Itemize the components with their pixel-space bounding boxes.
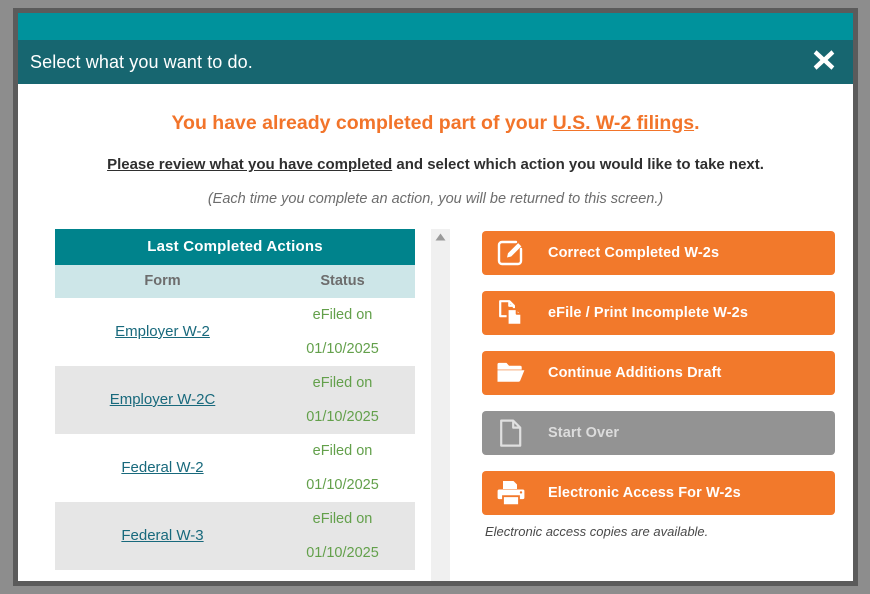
start-over-button[interactable]: Start Over	[482, 411, 835, 455]
last-completed-actions-table: Last Completed Actions Form Status Emplo…	[55, 229, 415, 581]
status-line-1: eFiled on	[312, 307, 373, 323]
status-line-1: eFiled on	[312, 375, 373, 391]
column-header-form: Form	[144, 273, 181, 289]
table-row: Federal W-2 eFiled on 01/10/2025	[55, 434, 415, 502]
headline-link[interactable]: U.S. W-2 filings	[553, 112, 695, 134]
triangle-up-icon[interactable]	[431, 233, 450, 241]
table-header-row: Form Status	[55, 265, 415, 298]
action-label: Electronic Access For W-2s	[548, 485, 741, 501]
table-cell-form: Federal W-2	[55, 459, 270, 477]
edit-document-icon	[491, 238, 531, 268]
blank-document-icon	[491, 418, 531, 448]
content-columns: Last Completed Actions Form Status Emplo…	[18, 229, 853, 581]
table-cell-form: Employer W-2C	[55, 391, 270, 409]
action-label: Correct Completed W-2s	[548, 245, 720, 261]
modal-body: You have already completed part of your …	[18, 84, 853, 581]
modal-titlebar: Select what you want to do.	[18, 40, 853, 84]
titlebar-accent-strip	[18, 13, 853, 40]
table-cell-form: Federal W-3	[55, 527, 270, 545]
status-line-1: eFiled on	[312, 511, 373, 527]
table-row: eFiled on	[55, 570, 415, 581]
copy-documents-icon	[491, 298, 531, 328]
headline: You have already completed part of your …	[18, 112, 853, 135]
form-link[interactable]: Federal W-2	[121, 459, 203, 476]
status-line-2: 01/10/2025	[306, 545, 379, 561]
screen: Select what you want to do. You have alr…	[0, 0, 870, 594]
subline-rest: and select which action you would like t…	[392, 156, 764, 173]
form-link[interactable]: Employer W-2C	[110, 391, 216, 408]
table-row: Federal W-3 eFiled on 01/10/2025	[55, 502, 415, 570]
efile-print-incomplete-w2s-button[interactable]: eFile / Print Incomplete W-2s	[482, 291, 835, 335]
status-line-2: 01/10/2025	[306, 477, 379, 493]
status-line-1: eFiled on	[312, 443, 373, 459]
table-cell-status: eFiled on 01/10/2025	[270, 298, 415, 366]
table-title: Last Completed Actions	[55, 229, 415, 265]
close-icon[interactable]	[809, 45, 839, 75]
modal-title: Select what you want to do.	[30, 51, 253, 72]
headline-suffix: .	[694, 112, 700, 134]
table-cell-form: Employer W-2	[55, 323, 270, 341]
correct-completed-w2s-button[interactable]: Correct Completed W-2s	[482, 231, 835, 275]
table-cell-status: eFiled on 01/10/2025	[270, 502, 415, 570]
status-line-2: 01/10/2025	[306, 341, 379, 357]
subline-underlined: Please review what you have completed	[107, 156, 393, 173]
action-label: eFile / Print Incomplete W-2s	[548, 305, 749, 321]
action-label: Continue Additions Draft	[548, 365, 722, 381]
headline-prefix: You have already completed part of your	[171, 112, 553, 134]
modal-dialog: Select what you want to do. You have alr…	[13, 8, 858, 586]
table-cell-status: eFiled on 01/10/2025	[270, 366, 415, 434]
actions-column: Correct Completed W-2s eFile / Print Inc…	[450, 229, 835, 581]
table-row: Employer W-2 eFiled on 01/10/2025	[55, 298, 415, 366]
electronic-access-for-w2s-button[interactable]: Electronic Access For W-2s	[482, 471, 835, 515]
table-cell-status: eFiled on 01/10/2025	[270, 434, 415, 502]
status-line-2: 01/10/2025	[306, 409, 379, 425]
table-row: Employer W-2C eFiled on 01/10/2025	[55, 366, 415, 434]
form-link[interactable]: Employer W-2	[115, 323, 210, 340]
column-header-status: Status	[320, 273, 365, 289]
subline: Please review what you have completed an…	[18, 156, 853, 173]
table-scrollbar[interactable]	[431, 229, 450, 581]
action-label: Start Over	[548, 425, 620, 441]
note-text: (Each time you complete an action, you w…	[207, 191, 664, 207]
printer-icon	[491, 478, 531, 508]
form-link[interactable]: Federal W-3	[121, 527, 203, 544]
electronic-access-hint: Electronic access copies are available.	[485, 524, 709, 539]
open-folder-icon	[491, 358, 531, 388]
continue-additions-draft-button[interactable]: Continue Additions Draft	[482, 351, 835, 395]
left-column: Last Completed Actions Form Status Emplo…	[55, 229, 450, 581]
